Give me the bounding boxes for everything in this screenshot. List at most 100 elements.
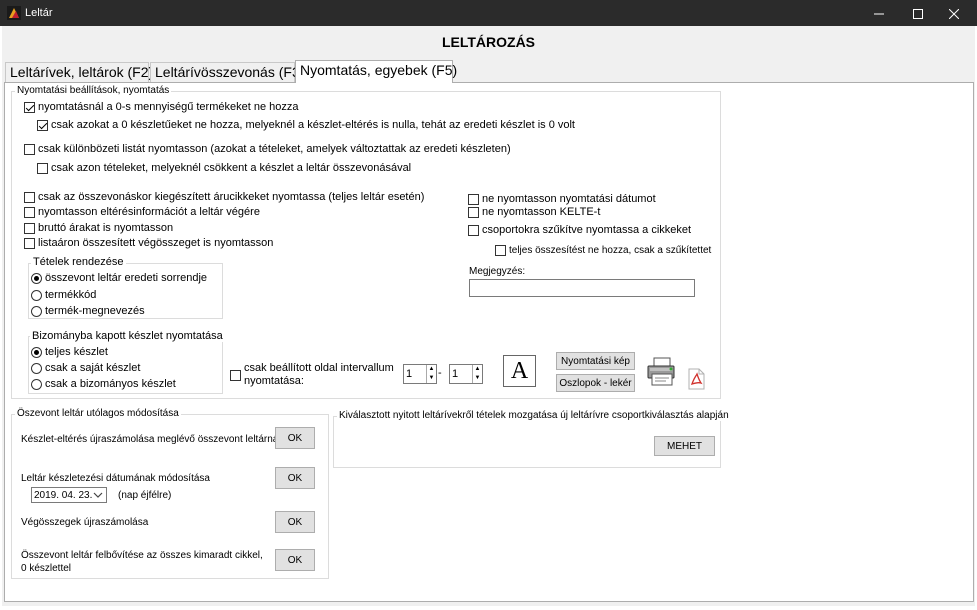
ordering-original-label: összevont leltár eredeti sorrendje <box>45 272 208 284</box>
tab-leltarivosszevonas[interactable]: Leltárívösszevonás (F3) <box>150 62 304 82</box>
chevron-down-icon[interactable]: ▼ <box>427 374 436 383</box>
page-from-arrows[interactable]: ▲ ▼ <box>426 365 436 383</box>
title-bar: Leltár <box>0 0 977 26</box>
no-full-total-label: teljes összesítést ne hozza, csak a szűk… <box>509 245 712 256</box>
no-print-date-checkbox[interactable] <box>468 193 479 205</box>
page-range-option[interactable]: csak beállított oldal intervallum nyomta… <box>230 362 414 388</box>
expand-label: Összevont leltár felbővítése az összes k… <box>21 550 263 574</box>
zero-stock-sub-option[interactable]: csak azokat a 0 készletűeket ne hozza, m… <box>37 119 575 131</box>
no-kelte-label: ne nyomtasson KELTE-t <box>482 206 601 218</box>
deviation-info-option[interactable]: nyomtasson eltérésinformációt a leltár v… <box>24 206 260 218</box>
totals-ok-button[interactable]: OK <box>275 511 315 533</box>
close-button[interactable] <box>931 0 977 26</box>
recalc-ok-button[interactable]: OK <box>275 427 315 449</box>
recalc-label: Készlet-eltérés újraszámolása meglévő ös… <box>21 434 281 445</box>
consignment-consigned-radio[interactable] <box>31 378 42 390</box>
decreased-only-checkbox[interactable] <box>37 162 48 174</box>
supplemented-label: csak az összevonáskor kiegészített áruci… <box>38 191 425 203</box>
ordering-original-radio[interactable] <box>31 272 42 284</box>
maximize-icon <box>913 8 923 19</box>
date-picker[interactable]: 2019. 04. 23. <box>31 487 107 503</box>
note-input[interactable] <box>469 279 695 297</box>
chevron-up-icon[interactable]: ▲ <box>473 365 482 374</box>
page-to-arrows[interactable]: ▲ ▼ <box>472 365 482 383</box>
chevron-down-icon[interactable] <box>93 490 103 500</box>
totals-recalc-label: Végösszegek újraszámolása <box>21 517 149 528</box>
consignment-full-radio[interactable] <box>31 346 42 358</box>
date-value: 2019. 04. 23. <box>34 489 93 501</box>
chevron-down-icon[interactable]: ▼ <box>473 374 482 383</box>
gross-prices-checkbox[interactable] <box>24 222 35 234</box>
consignment-label: Bizományba kapott készlet nyomtatása <box>30 330 225 342</box>
diff-only-label: csak különbözeti listát nyomtasson (azok… <box>38 143 511 155</box>
note-label: Megjegyzés: <box>469 266 526 277</box>
zero-qty-option[interactable]: nyomtatásnál a 0-s mennyiségű termékeket… <box>24 101 298 113</box>
font-button[interactable]: A <box>503 355 536 387</box>
page-to-value: 1 <box>452 368 459 380</box>
chevron-up-icon[interactable]: ▲ <box>427 365 436 374</box>
go-button[interactable]: MEHET <box>654 436 715 456</box>
zero-stock-sub-checkbox[interactable] <box>37 119 48 131</box>
gross-prices-option[interactable]: bruttó árakat is nyomtasson <box>24 222 173 234</box>
page-to-stepper[interactable]: 1 ▲ ▼ <box>449 364 483 384</box>
page-from-stepper[interactable]: 1 ▲ ▼ <box>403 364 437 384</box>
totals-label: listaáron összesített végösszeget is nyo… <box>38 237 274 249</box>
date-note: (nap éjfélre) <box>118 490 172 501</box>
print-preview-button[interactable]: Nyomtatási kép <box>556 352 635 370</box>
zero-stock-sub-label: csak azokat a 0 készletűeket ne hozza, m… <box>51 119 575 131</box>
move-group-label: Kiválasztott nyitott leltárívekről tétel… <box>337 410 731 421</box>
consignment-consigned-label: csak a bizományos készlet <box>45 378 176 390</box>
no-full-total-option[interactable]: teljes összesítést ne hozza, csak a szűk… <box>495 245 711 256</box>
pdf-icon[interactable] <box>686 368 706 390</box>
ordering-name-label: termék-megnevezés <box>45 305 145 317</box>
diff-only-checkbox[interactable] <box>24 143 35 155</box>
no-print-date-option[interactable]: ne nyomtasson nyomtatási dátumot <box>468 193 656 205</box>
ordering-label: Tételek rendezése <box>31 256 126 268</box>
no-kelte-checkbox[interactable] <box>468 206 479 218</box>
ordering-name-radio[interactable] <box>31 305 42 317</box>
consignment-own-radio[interactable] <box>31 362 42 374</box>
font-icon: A <box>510 358 529 384</box>
no-full-total-checkbox[interactable] <box>495 245 506 256</box>
deviation-info-label: nyomtasson eltérésinformációt a leltár v… <box>38 206 260 218</box>
supplemented-checkbox[interactable] <box>24 191 35 203</box>
ordering-option-original[interactable]: összevont leltár eredeti sorrendje <box>31 272 207 284</box>
columns-button[interactable]: Oszlopok - lekér <box>556 374 635 392</box>
totals-checkbox[interactable] <box>24 237 35 249</box>
ordering-option-name[interactable]: termék-megnevezés <box>31 305 145 317</box>
deviation-info-checkbox[interactable] <box>24 206 35 218</box>
modify-group-label: Öszevont leltár utólagos módosítása <box>15 408 181 419</box>
decreased-only-label: csak azon tételeket, melyeknél csökkent … <box>51 162 412 174</box>
page-range-checkbox[interactable] <box>230 370 241 381</box>
date-ok-button[interactable]: OK <box>275 467 315 489</box>
minimize-icon <box>874 13 884 15</box>
zero-qty-label: nyomtatásnál a 0-s mennyiségű termékeket… <box>38 101 299 113</box>
group-narrow-option[interactable]: csoportokra szűkítve nyomtassa a cikkeke… <box>468 224 691 236</box>
totals-option[interactable]: listaáron összesített végösszeget is nyo… <box>24 237 273 249</box>
ordering-option-code[interactable]: termékkód <box>31 289 96 301</box>
print-settings-label: Nyomtatási beállítások, nyomtatás <box>15 85 172 96</box>
ordering-code-label: termékkód <box>45 289 97 301</box>
gross-prices-label: bruttó árakat is nyomtasson <box>38 222 174 234</box>
page-range-separator: - <box>438 367 442 379</box>
consignment-option-own[interactable]: csak a saját készlet <box>31 362 140 374</box>
close-icon <box>948 8 960 19</box>
consignment-option-consigned[interactable]: csak a bizományos készlet <box>31 378 176 390</box>
tab-nyomtatas[interactable]: Nyomtatás, egyebek (F5) <box>295 60 457 83</box>
decreased-only-option[interactable]: csak azon tételeket, melyeknél csökkent … <box>37 162 411 174</box>
diff-only-option[interactable]: csak különbözeti listát nyomtasson (azok… <box>24 143 511 155</box>
page-range-label: csak beállított oldal intervallum nyomta… <box>244 362 394 387</box>
ordering-code-radio[interactable] <box>31 289 42 301</box>
zero-qty-checkbox[interactable] <box>24 101 35 113</box>
printer-icon[interactable] <box>646 356 678 388</box>
expand-ok-button[interactable]: OK <box>275 549 315 571</box>
date-label: Leltár készletezési dátumának módosítása <box>21 473 210 484</box>
no-print-date-label: ne nyomtasson nyomtatási dátumot <box>482 193 656 205</box>
page-from-value: 1 <box>406 368 413 380</box>
window-title: Leltár <box>25 7 53 19</box>
tab-leltarivek[interactable]: Leltárívek, leltárok (F2) <box>5 62 153 82</box>
no-kelte-option[interactable]: ne nyomtasson KELTE-t <box>468 206 600 218</box>
consignment-option-full[interactable]: teljes készlet <box>31 346 108 358</box>
group-narrow-checkbox[interactable] <box>468 224 479 236</box>
supplemented-option[interactable]: csak az összevonáskor kiegészített áruci… <box>24 191 424 203</box>
